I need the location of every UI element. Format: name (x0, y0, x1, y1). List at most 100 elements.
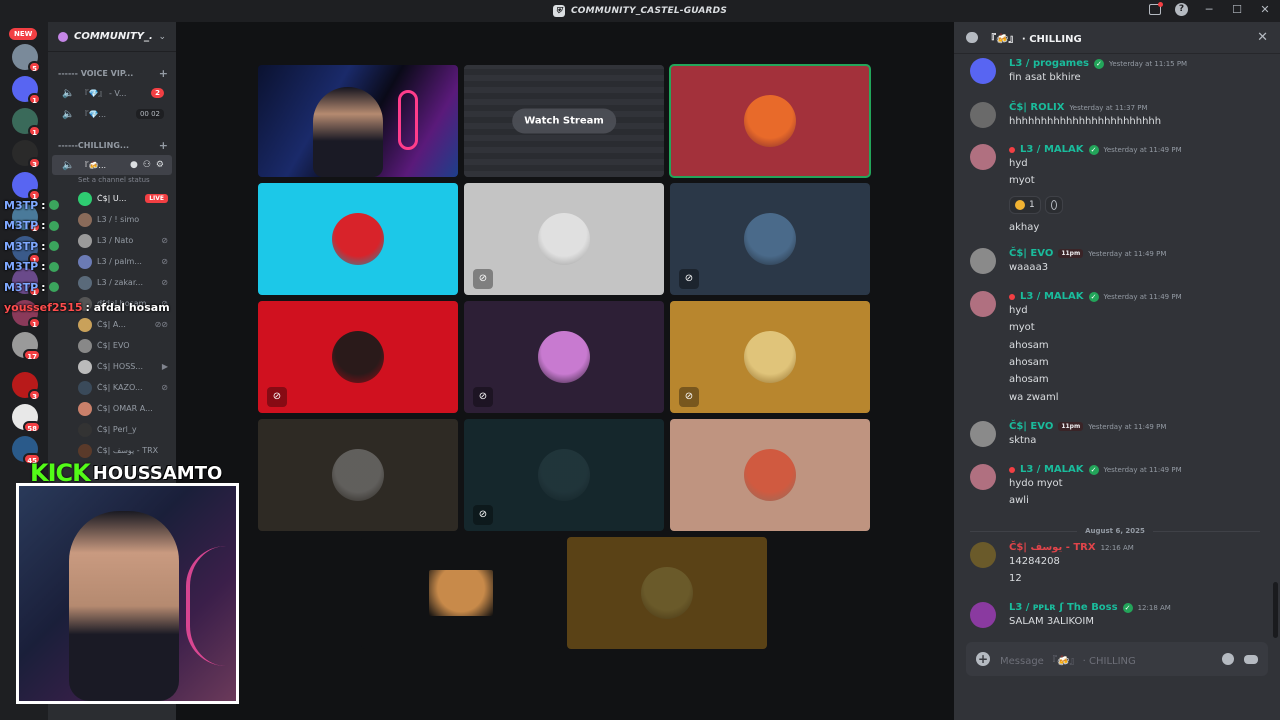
server-header[interactable]: COMMUNITY_... ⌄ (48, 22, 176, 52)
message-author[interactable]: Č$| ROLIX (1009, 102, 1064, 113)
server-icon[interactable]: 58 (12, 404, 41, 433)
participant-tile[interactable] (669, 64, 871, 178)
message-input[interactable]: Message 『🍻』 · CHILLING (1000, 652, 1212, 667)
avatar[interactable] (970, 58, 996, 84)
avatar[interactable] (970, 421, 996, 447)
app-window: ⛨ COMMUNITY_CASTEL-GUARDS ? ─ ☐ ✕ NEW 5 … (0, 0, 1280, 720)
add-reaction-button[interactable] (1044, 195, 1063, 214)
voice-member[interactable]: Č$| OMAR A... (48, 398, 176, 419)
server-icon[interactable]: 3 (12, 372, 41, 401)
message-list[interactable]: L3 / progames ✓ Yesterday at 11:15 PM fin a… (954, 54, 1272, 654)
participant-tile[interactable] (258, 183, 458, 295)
voice-channel-active[interactable]: 🔈 『🍻... ● ⚇ ⚙ (52, 155, 172, 175)
message-composer[interactable]: + Message 『🍻』 · CHILLING (966, 642, 1268, 676)
avatar (78, 422, 92, 437)
message-author[interactable]: Č$| EVO (1009, 248, 1053, 259)
avatar[interactable] (970, 464, 996, 490)
muted-mic-icon: ⊘ (473, 269, 493, 289)
avatar[interactable] (970, 102, 996, 128)
avatar[interactable] (970, 542, 996, 568)
verified-icon: ✓ (1088, 464, 1099, 475)
verified-icon: ✓ (1088, 144, 1099, 155)
server-logo-icon: ⛨ (552, 5, 565, 17)
participant-tile[interactable] (567, 537, 767, 649)
overlay-chat-line: M3TP: (4, 216, 174, 237)
user-limit: 00 02 (135, 109, 164, 119)
server-icon[interactable]: 3 (12, 140, 41, 169)
scrollbar[interactable] (1273, 582, 1278, 638)
avatar (744, 449, 796, 501)
muted-icon: ⊘ (161, 383, 168, 392)
message-text: awli (1009, 495, 1029, 507)
streamer-handle: HOUSSAMTO (92, 462, 223, 484)
activities-icon[interactable] (1244, 654, 1258, 664)
streamer-figure (313, 87, 383, 177)
add-channel-icon[interactable]: + (159, 67, 168, 80)
invite-icon[interactable]: ⚇ (143, 160, 151, 170)
message-text: hhhhhhhhhhhhhhhhhhhhhhhh (1009, 116, 1162, 127)
chat-icon[interactable]: ● (130, 160, 138, 170)
voice-member[interactable]: Č$| KAZO... ⊘ (48, 377, 176, 398)
participant-tile[interactable] (258, 419, 458, 531)
message-author[interactable]: Č$| يوسف - TRX (1009, 542, 1096, 553)
voice-member[interactable]: Č$| Perl_y (48, 419, 176, 440)
message-author[interactable]: L3 / ᴘᴘʟʀ ʃ The Boss (1009, 602, 1118, 613)
participant-tile[interactable]: ⊘ (670, 183, 870, 295)
close-button[interactable]: ✕ (1258, 3, 1272, 16)
participant-tile[interactable]: ⊘ (258, 301, 458, 413)
avatar[interactable] (970, 144, 996, 170)
gear-icon[interactable]: ⚙ (156, 160, 164, 170)
camera-video (258, 65, 458, 177)
avatar (78, 338, 92, 353)
inbox-icon[interactable] (1149, 2, 1163, 15)
avatar (538, 331, 590, 383)
participant-tile[interactable]: Watch Stream (464, 65, 664, 177)
participant-tile[interactable]: ⊘ (464, 301, 664, 413)
message-author[interactable]: L3 / MALAK (1020, 291, 1084, 302)
category-voice-vip[interactable]: ------ VOICE VIP... + (48, 64, 176, 82)
server-icon[interactable]: 1 (12, 76, 41, 105)
minimize-button[interactable]: ─ (1202, 3, 1216, 16)
watch-stream-button[interactable]: Watch Stream (512, 108, 616, 134)
emote-icon (48, 282, 59, 293)
message-timestamp: Yesterday at 11:49 PM (1088, 422, 1167, 431)
chat-header: 『🍻』 · CHILLING ✕ (954, 22, 1280, 54)
avatar[interactable] (970, 602, 996, 628)
avatar (744, 331, 796, 383)
streamer-figure (69, 511, 179, 701)
add-channel-icon[interactable]: + (159, 139, 168, 152)
voice-channel[interactable]: 🔈 『💎』 - V... 2 (52, 83, 172, 103)
help-icon[interactable]: ? (1175, 3, 1188, 16)
participant-tile[interactable] (670, 419, 870, 531)
message-author[interactable]: L3 / progames (1009, 58, 1089, 69)
reaction-button[interactable]: 1 (1009, 195, 1041, 214)
channel-status-input[interactable]: Set a channel status (48, 176, 176, 184)
server-icon[interactable]: 5 (12, 44, 41, 73)
avatar[interactable] (970, 248, 996, 274)
message-author[interactable]: L3 / MALAK (1020, 464, 1084, 475)
participant-tile[interactable]: ⊘ (670, 301, 870, 413)
message-text: akhay (1009, 221, 1040, 233)
attach-button[interactable]: + (976, 652, 990, 666)
message-author[interactable]: L3 / MALAK (1020, 144, 1084, 155)
avatar[interactable] (970, 291, 996, 317)
participant-tile[interactable] (258, 65, 458, 177)
voice-member[interactable]: Č$| HOSS... ▶ (48, 356, 176, 377)
participant-tile[interactable]: ⊘ (464, 183, 664, 295)
voice-member[interactable]: Č$| EVO (48, 335, 176, 356)
message-author[interactable]: Č$| EVO (1009, 421, 1053, 432)
server-boost-icon (58, 31, 68, 42)
participant-tile[interactable] (361, 537, 561, 649)
category-chilling[interactable]: ------CHILLING... + (48, 136, 176, 154)
server-icon[interactable]: 1 (12, 108, 41, 137)
voice-channel[interactable]: 🔈 『💎... 00 02 (52, 104, 172, 124)
participant-tile[interactable]: ⊘ (464, 419, 664, 531)
overlay-chat-line: M3TP: (4, 257, 174, 278)
server-icon[interactable]: 17 (12, 332, 41, 361)
message-timestamp: 12:18 AM (1137, 603, 1171, 612)
emoji-icon[interactable] (1222, 653, 1234, 665)
voice-member[interactable]: Č$| يوسف - TRX (48, 440, 176, 461)
emote-icon (48, 220, 59, 231)
close-chat-icon[interactable]: ✕ (1257, 30, 1268, 45)
maximize-button[interactable]: ☐ (1230, 3, 1244, 16)
